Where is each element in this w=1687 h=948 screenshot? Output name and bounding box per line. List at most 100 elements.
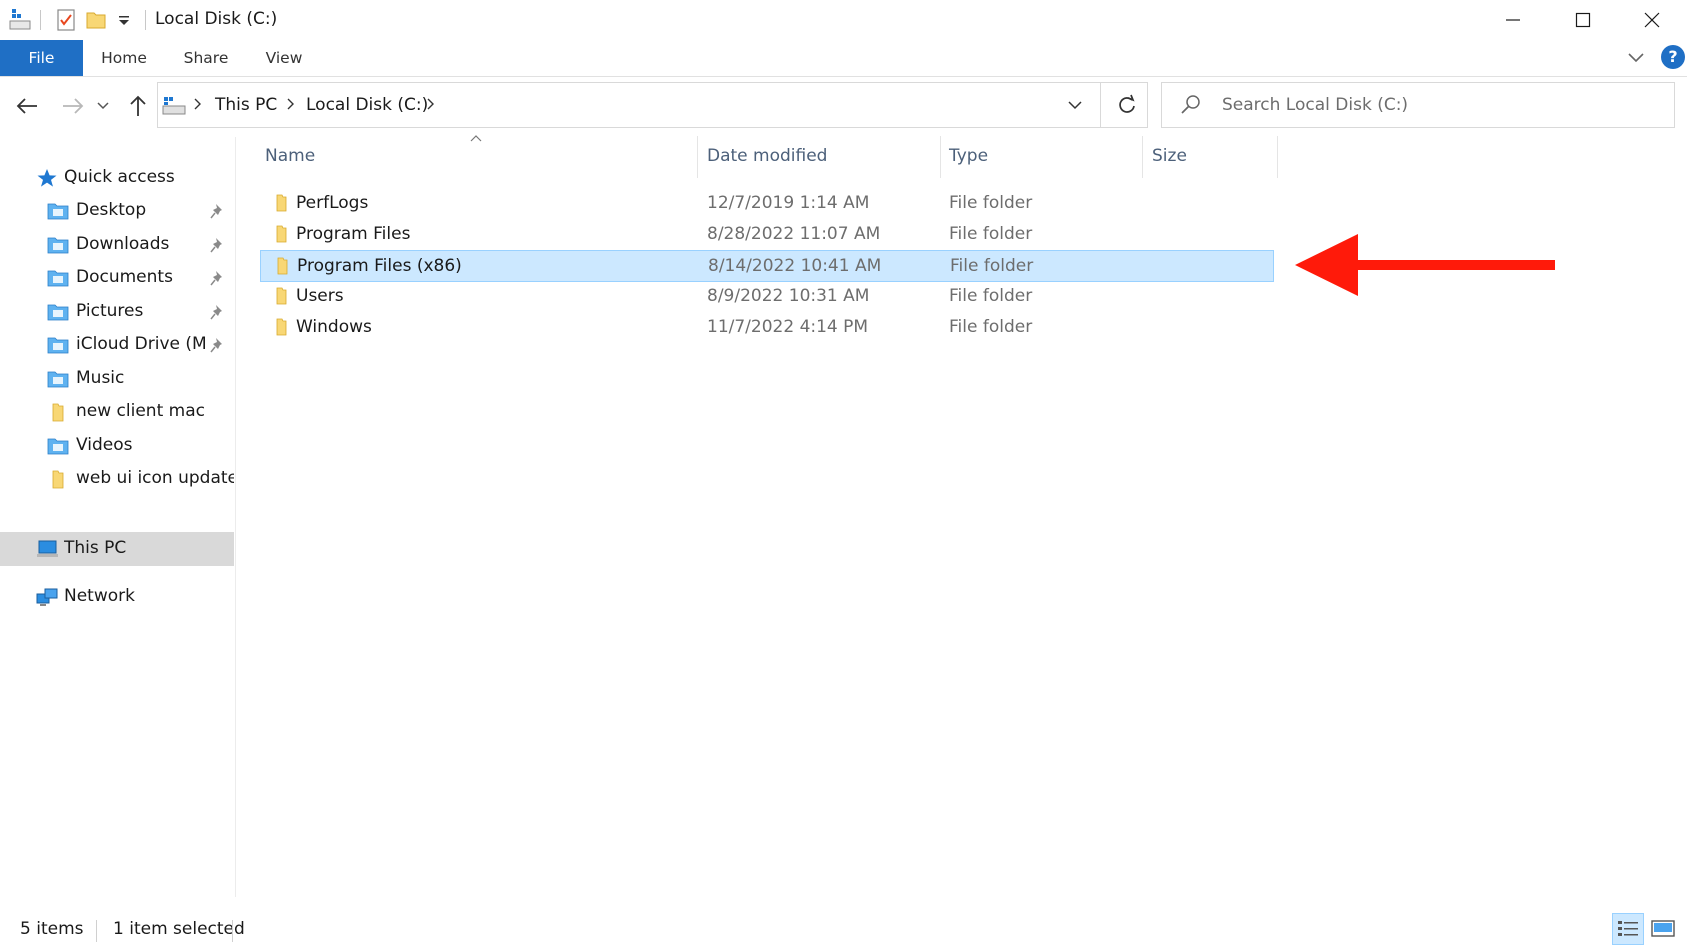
sidebar-item-music[interactable]: Music xyxy=(0,362,234,396)
column-divider[interactable] xyxy=(1277,136,1278,178)
maximize-icon xyxy=(1575,12,1591,28)
pin-icon[interactable] xyxy=(210,269,226,287)
window-title: Local Disk (C:) xyxy=(155,9,278,29)
file-row[interactable]: Program Files (x86) 8/14/2022 10:41 AM Fil… xyxy=(260,250,1274,282)
file-date-modified: 12/7/2019 1:14 AM xyxy=(707,193,870,213)
forward-button[interactable] xyxy=(58,88,88,124)
explorer-app-icon[interactable] xyxy=(8,8,32,32)
address-bar[interactable]: This PC Local Disk (C:) xyxy=(157,82,1148,128)
column-divider[interactable] xyxy=(697,136,698,178)
sidebar-item-new-client-mac[interactable]: new client mac xyxy=(0,395,234,429)
nav-label: Network xyxy=(64,586,135,606)
pin-icon[interactable] xyxy=(210,202,226,220)
sidebar-item-documents[interactable]: Documents xyxy=(0,261,234,295)
network-icon xyxy=(36,588,58,606)
details-view-icon xyxy=(1618,921,1638,936)
tab-share[interactable]: Share xyxy=(175,40,237,76)
sidebar-item-videos[interactable]: Videos xyxy=(0,429,234,463)
breadcrumb-this-pc[interactable]: This PC xyxy=(215,95,277,115)
file-date-modified: 11/7/2022 4:14 PM xyxy=(707,317,869,337)
new-folder-icon[interactable] xyxy=(84,8,108,32)
file-name: Program Files (x86) xyxy=(297,256,462,276)
back-arrow-icon xyxy=(16,98,37,114)
file-date-modified: 8/14/2022 10:41 AM xyxy=(708,256,882,276)
close-button[interactable] xyxy=(1617,0,1687,40)
expand-ribbon-chevron-icon[interactable] xyxy=(1627,51,1645,65)
properties-icon[interactable] xyxy=(54,8,78,32)
sidebar-item-label: new client mac xyxy=(76,401,205,421)
minimize-button[interactable] xyxy=(1478,0,1548,40)
pin-icon[interactable] xyxy=(210,236,226,254)
sidebar-item-downloads[interactable]: Downloads xyxy=(0,228,234,262)
sidebar-item-label: web ui icon update xyxy=(76,468,234,488)
file-row[interactable]: Program Files 8/28/2022 11:07 AM File fold… xyxy=(260,219,1274,251)
file-name: Windows xyxy=(296,317,372,337)
file-type: File folder xyxy=(950,256,1034,276)
column-header-name[interactable]: Name xyxy=(265,146,315,166)
search-box[interactable]: Search Local Disk (C:) xyxy=(1161,82,1675,128)
pin-icon[interactable] xyxy=(210,303,226,321)
sidebar-item-label: Documents xyxy=(76,267,173,287)
folder-icon xyxy=(277,257,288,275)
file-name: Users xyxy=(296,286,344,306)
breadcrumb-local-disk[interactable]: Local Disk (C:) xyxy=(306,95,428,115)
nav-this-pc[interactable]: This PC xyxy=(0,532,234,566)
file-row[interactable]: Windows 11/7/2022 4:14 PM File folder xyxy=(260,312,1274,344)
large-icons-view-button[interactable] xyxy=(1648,913,1680,945)
details-view-button[interactable] xyxy=(1612,913,1644,945)
customize-toolbar-chevron-icon[interactable] xyxy=(112,8,136,32)
sidebar-item-icloud-drive-ma[interactable]: iCloud Drive (Ma xyxy=(0,328,234,362)
separator xyxy=(145,10,146,30)
address-history-chevron-icon[interactable] xyxy=(1067,99,1083,111)
sidebar-item-label: iCloud Drive (Ma xyxy=(76,334,206,354)
file-row[interactable]: PerfLogs 12/7/2019 1:14 AM File folder xyxy=(260,188,1274,220)
sidebar-item-web-ui-icon-update[interactable]: web ui icon update xyxy=(0,462,234,496)
separator xyxy=(1100,83,1101,127)
quick-access-star-icon xyxy=(37,169,57,187)
sidebar-item-label: Music xyxy=(76,367,125,388)
nav-network[interactable]: Network xyxy=(0,580,234,614)
search-icon xyxy=(1181,95,1200,114)
tab-file[interactable]: File xyxy=(0,40,83,76)
sort-ascending-icon xyxy=(470,135,482,142)
back-button[interactable] xyxy=(12,88,42,124)
large-icons-view-icon xyxy=(1651,920,1675,937)
pin-icon[interactable] xyxy=(210,336,226,354)
icloud-folder-icon xyxy=(47,337,69,354)
desktop-folder-icon xyxy=(47,203,69,220)
documents-folder-icon xyxy=(47,270,69,287)
column-divider[interactable] xyxy=(1142,136,1143,178)
help-icon[interactable]: ? xyxy=(1661,45,1685,69)
up-button[interactable] xyxy=(123,88,153,124)
minimize-icon xyxy=(1506,19,1520,21)
videos-folder-icon xyxy=(47,438,69,454)
file-date-modified: 8/9/2022 10:31 AM xyxy=(707,286,870,306)
nav-label: Quick access xyxy=(64,167,175,187)
column-header-date-modified[interactable]: Date modified xyxy=(707,146,827,166)
breadcrumb-chevron-icon[interactable] xyxy=(192,97,202,111)
sidebar-item-desktop[interactable]: Desktop xyxy=(0,194,234,228)
title-bar: Local Disk (C:) xyxy=(0,0,1687,40)
maximize-button[interactable] xyxy=(1548,0,1618,40)
local-disk-icon xyxy=(162,97,186,115)
file-type: File folder xyxy=(949,224,1033,244)
folder-icon xyxy=(276,194,287,212)
folder-icon xyxy=(276,225,287,243)
nav-quick-access[interactable]: Quick access xyxy=(0,161,234,195)
file-row[interactable]: Users 8/9/2022 10:31 AM File folder xyxy=(260,281,1274,313)
column-header-type[interactable]: Type xyxy=(949,146,988,166)
pictures-folder-icon xyxy=(47,304,69,320)
recent-locations-button[interactable] xyxy=(93,88,113,124)
refresh-icon[interactable] xyxy=(1115,94,1139,116)
sidebar-item-label: Videos xyxy=(76,434,133,455)
sidebar-item-label: Pictures xyxy=(76,300,144,321)
status-selection: 1 item selected xyxy=(113,919,245,939)
search-input[interactable]: Search Local Disk (C:) xyxy=(1222,95,1408,115)
tab-home[interactable]: Home xyxy=(90,40,158,76)
breadcrumb-chevron-icon[interactable] xyxy=(425,97,435,111)
sidebar-item-pictures[interactable]: Pictures xyxy=(0,295,234,329)
tab-view[interactable]: View xyxy=(257,40,311,76)
breadcrumb-chevron-icon[interactable] xyxy=(285,97,295,111)
column-divider[interactable] xyxy=(940,136,941,178)
column-header-size[interactable]: Size xyxy=(1152,146,1187,166)
